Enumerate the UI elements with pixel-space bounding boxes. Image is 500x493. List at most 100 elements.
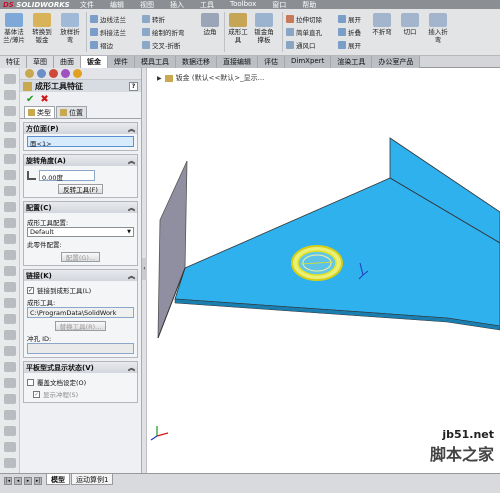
- tab-dimxpert[interactable]: DimXpert: [285, 56, 332, 68]
- tab-surfaces[interactable]: 曲面: [54, 56, 81, 68]
- extruded-cut-button[interactable]: 拉伸切除: [286, 13, 322, 24]
- tool-icon[interactable]: [3, 266, 16, 276]
- tool-icon[interactable]: [3, 394, 16, 404]
- tool-icon[interactable]: [3, 426, 16, 436]
- tool-icon[interactable]: [3, 202, 16, 212]
- group-header[interactable]: 平板型式显示状态(V) ︽: [24, 362, 137, 373]
- collapse-icon[interactable]: ︽: [128, 271, 135, 281]
- group-header[interactable]: 配置(C) ︽: [24, 202, 137, 213]
- tool-path-field[interactable]: C:\ProgramData\SolidWork: [27, 307, 134, 318]
- collapse-icon[interactable]: ︽: [128, 203, 135, 213]
- simple-hole-button[interactable]: 简单直孔: [286, 26, 322, 37]
- tab-motion-study[interactable]: 运动算例1: [71, 474, 114, 485]
- face-selection-box[interactable]: 面<1>: [27, 136, 134, 148]
- group-header[interactable]: 链接(K) ︽: [24, 270, 137, 281]
- sketched-bend-button[interactable]: 绘制的折弯: [142, 26, 185, 37]
- group-header[interactable]: 方位面(P) ︽: [24, 123, 137, 134]
- tab-model[interactable]: 模型: [46, 474, 70, 485]
- tab-direct-editing[interactable]: 直接编辑: [217, 56, 258, 68]
- tool-icon[interactable]: [3, 442, 16, 452]
- tool-icon[interactable]: [3, 362, 16, 372]
- forming-tool-config-select[interactable]: Default ▼: [27, 227, 134, 237]
- tool-icon[interactable]: [3, 298, 16, 308]
- collapse-icon[interactable]: ︽: [128, 156, 135, 166]
- tool-icon[interactable]: [3, 218, 16, 228]
- flatten-button[interactable]: 展开: [338, 39, 361, 50]
- forming-tool-button[interactable]: 成形工具: [226, 13, 250, 44]
- tab-data-migration[interactable]: 数据迁移: [176, 56, 217, 68]
- display-manager-icon[interactable]: [73, 69, 82, 78]
- no-bends-icon: [373, 13, 391, 27]
- tool-icon[interactable]: [3, 74, 16, 84]
- insert-bends-button[interactable]: 插入折弯: [426, 13, 450, 44]
- help-icon[interactable]: ?: [129, 81, 138, 91]
- rip-button[interactable]: 切口: [398, 13, 422, 36]
- miter-flange-button[interactable]: 斜接法兰: [90, 26, 126, 37]
- tool-icon[interactable]: [3, 90, 16, 100]
- forming-tool-preview[interactable]: [291, 245, 343, 281]
- cross-break-button[interactable]: 交叉-折断: [142, 39, 180, 50]
- tool-icon[interactable]: [3, 282, 16, 292]
- tab-features[interactable]: 特征: [0, 56, 27, 68]
- punch-id-input[interactable]: [27, 343, 134, 354]
- tool-icon[interactable]: [3, 154, 16, 164]
- first-tab-icon[interactable]: |◂: [4, 477, 12, 485]
- tool-icon[interactable]: [3, 378, 16, 388]
- graphics-area[interactable]: ▶ 钣金 (默认<<默认>_显示... jb51.net 脚本之家: [147, 68, 500, 473]
- left-flange[interactable]: [157, 160, 188, 339]
- prev-tab-icon[interactable]: ◂: [14, 477, 22, 485]
- tab-evaluate[interactable]: 评估: [258, 56, 285, 68]
- tool-icon[interactable]: [3, 314, 16, 324]
- override-document-checkbox[interactable]: [27, 378, 34, 386]
- convert-to-sheetmetal-button[interactable]: 转换到钣金: [30, 13, 54, 44]
- no-bends-button[interactable]: 不折弯: [370, 13, 394, 36]
- configuration-manager-icon[interactable]: [49, 69, 58, 78]
- collapse-icon[interactable]: ︽: [128, 124, 135, 134]
- fold-button[interactable]: 折叠: [338, 26, 361, 37]
- tab-weldments[interactable]: 焊件: [108, 56, 135, 68]
- vent-button[interactable]: 通风口: [286, 39, 316, 50]
- sheetmetal-gusset-button[interactable]: 钣金角撑板: [252, 13, 276, 44]
- hem-button[interactable]: 褶边: [90, 39, 113, 50]
- tool-icon[interactable]: [3, 458, 16, 468]
- tool-icon[interactable]: [3, 346, 16, 356]
- corners-button[interactable]: 边角: [198, 13, 222, 36]
- tool-icon[interactable]: [3, 234, 16, 244]
- collapse-icon[interactable]: ︽: [128, 363, 135, 373]
- tool-icon[interactable]: [3, 106, 16, 116]
- ok-button[interactable]: ✔: [26, 94, 34, 105]
- angle-input[interactable]: 0.00度: [39, 170, 95, 182]
- next-tab-icon[interactable]: ▸: [24, 477, 32, 485]
- last-tab-icon[interactable]: ▸|: [34, 477, 42, 485]
- tab-sketch[interactable]: 草图: [27, 56, 54, 68]
- base-flange-button[interactable]: 基体法兰/薄片: [2, 13, 26, 44]
- property-manager-icon[interactable]: [37, 69, 46, 78]
- link-to-tool-checkbox[interactable]: ✓: [27, 286, 34, 294]
- jog-button[interactable]: 转折: [142, 13, 165, 24]
- configuration-button[interactable]: 配置(G)...: [60, 252, 101, 262]
- tool-icon[interactable]: [3, 138, 16, 148]
- flip-tool-button[interactable]: 反转工具(F): [58, 184, 103, 194]
- replace-tool-button[interactable]: 替换工具(R)...: [54, 321, 107, 331]
- show-punch-checkbox[interactable]: ✓: [33, 390, 40, 398]
- lofted-bend-button[interactable]: 放样折弯: [58, 13, 82, 44]
- tab-sheetmetal[interactable]: 钣金: [81, 56, 108, 68]
- dimxpert-manager-icon[interactable]: [61, 69, 70, 78]
- cancel-button[interactable]: ✖: [40, 94, 48, 105]
- tool-icon[interactable]: [3, 122, 16, 132]
- unfold-button[interactable]: 展开: [338, 13, 361, 24]
- tool-icon[interactable]: [3, 170, 16, 180]
- tab-type[interactable]: 类型: [24, 106, 55, 118]
- tool-icon[interactable]: [3, 186, 16, 196]
- tab-mold-tools[interactable]: 模具工具: [135, 56, 176, 68]
- tool-icon[interactable]: [3, 330, 16, 340]
- group-header[interactable]: 旋转角度(A) ︽: [24, 155, 137, 166]
- sheetmetal-model[interactable]: [147, 68, 500, 473]
- tool-icon[interactable]: [3, 250, 16, 260]
- tab-render-tools[interactable]: 渲染工具: [331, 56, 373, 68]
- tab-position[interactable]: 位置: [56, 106, 87, 118]
- tool-icon[interactable]: [3, 410, 16, 420]
- tab-office-products[interactable]: 办公室产品: [372, 56, 421, 68]
- feature-tree-icon[interactable]: [25, 69, 34, 78]
- edge-flange-button[interactable]: 边线法兰: [90, 13, 126, 24]
